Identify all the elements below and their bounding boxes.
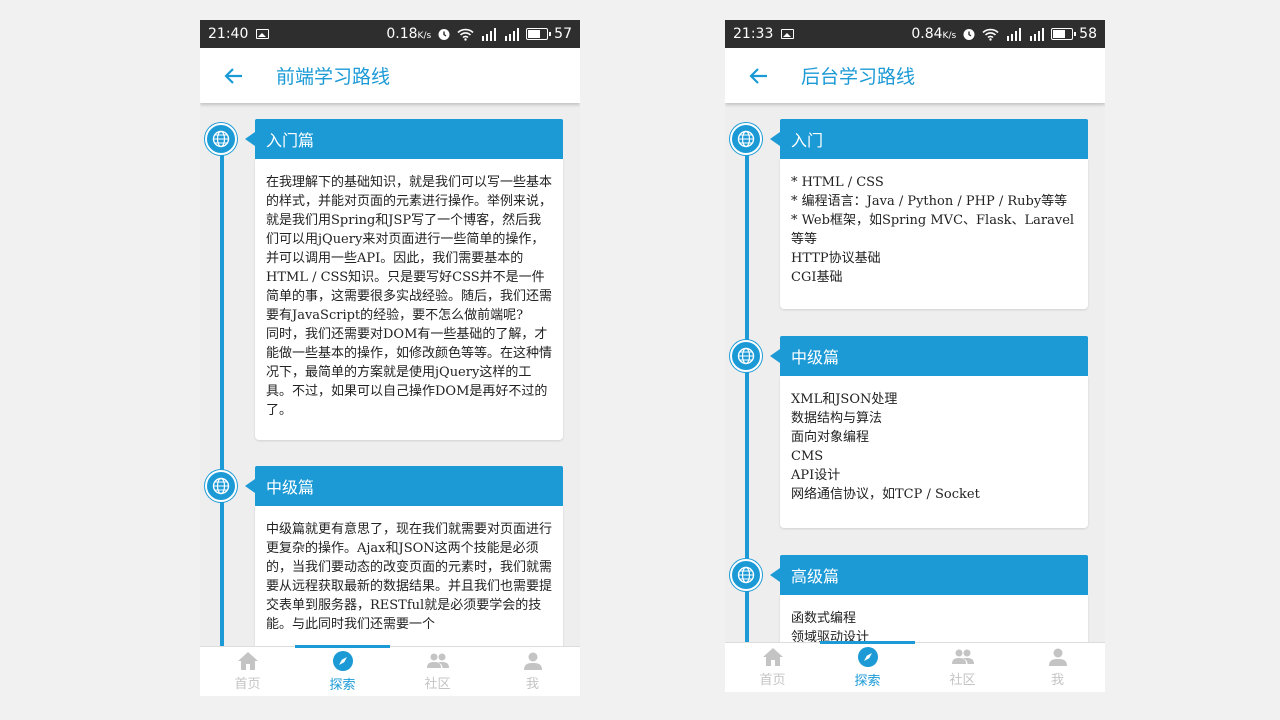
nav-item-home[interactable]: 首页 — [200, 647, 295, 696]
section-body: 在我理解下的基础知识，就是我们可以写一些基本的样式，并能对页面的元素进行操作。举… — [255, 159, 563, 440]
section-title: 入门篇 — [245, 119, 563, 159]
globe-icon — [730, 123, 762, 155]
wifi-icon — [982, 28, 999, 41]
nav-label: 社区 — [949, 673, 976, 688]
phone-screen-backend: 21:33 0.84K/s 58 后台学习路线 入门 * HTML / CSS … — [725, 20, 1105, 692]
battery-fill — [528, 30, 540, 38]
status-bar: 21:33 0.84K/s 58 — [725, 20, 1105, 48]
page-title: 前端学习路线 — [276, 66, 391, 88]
nav-label: 首页 — [759, 673, 786, 688]
app-bar: 前端学习路线 — [200, 48, 580, 103]
timeline-content[interactable]: 入门 * HTML / CSS * 编程语言：Java / Python / P… — [725, 103, 1105, 642]
speed-value: 0.84 — [911, 26, 943, 42]
network-speed: 0.84K/s — [911, 26, 956, 42]
arrow-left-icon — [749, 67, 767, 84]
status-time: 21:40 — [208, 26, 249, 42]
signal-icon — [1030, 27, 1045, 41]
signal-4g-icon — [1007, 27, 1022, 41]
person-icon — [1048, 648, 1067, 666]
battery-icon — [1051, 28, 1077, 40]
nav-active-indicator — [820, 641, 915, 644]
group-icon — [951, 649, 974, 664]
bottom-nav: 首页 探索 社区 我 — [725, 641, 1105, 692]
nav-item-home[interactable]: 首页 — [725, 643, 820, 692]
nav-item-community[interactable]: 社区 — [390, 647, 485, 696]
timeline-section-intermediate: 中级篇 XML和JSON处理 数据结构与算法 面向对象编程 CMS API设计 … — [730, 336, 1088, 528]
image-notification-icon — [781, 29, 795, 39]
nav-item-explore[interactable]: 探索 — [295, 647, 390, 696]
nav-label: 我 — [525, 677, 539, 692]
home-icon — [237, 652, 258, 670]
wifi-icon — [457, 28, 474, 41]
nav-item-me[interactable]: 我 — [485, 647, 580, 696]
phone-screen-frontend: 21:40 0.18K/s 57 前端学习路线 入门篇 在我理解下的基础知识，就… — [200, 20, 580, 696]
nav-label: 我 — [1050, 673, 1064, 688]
nav-label: 探索 — [854, 674, 881, 689]
alarm-icon — [438, 29, 450, 40]
signal-icon — [505, 27, 520, 41]
nav-item-me[interactable]: 我 — [1010, 643, 1105, 692]
speed-value: 0.18 — [386, 26, 418, 42]
arrow-left-icon — [224, 67, 242, 84]
speed-unit: K/s — [942, 31, 957, 41]
timeline-section-intermediate: 中级篇 中级篇就更有意思了，现在我们就需要对页面进行更复杂的操作。Ajax和JS… — [205, 466, 563, 646]
app-bar: 后台学习路线 — [725, 48, 1105, 103]
nav-active-indicator — [295, 645, 390, 648]
signal-4g-icon — [482, 27, 497, 41]
battery-percent: 57 — [554, 26, 572, 42]
globe-icon — [205, 470, 237, 502]
back-button[interactable] — [220, 62, 248, 90]
section-body: 中级篇就更有意思了，现在我们就需要对页面进行更复杂的操作。Ajax和JSON这两… — [255, 506, 563, 646]
compass-icon — [857, 647, 878, 667]
nav-label: 首页 — [234, 677, 261, 692]
compass-icon — [332, 651, 353, 671]
person-icon — [523, 652, 542, 670]
network-speed: 0.18K/s — [386, 26, 431, 42]
status-time: 21:33 — [733, 26, 774, 42]
alarm-icon — [963, 29, 975, 40]
section-title: 入门 — [770, 119, 1088, 159]
speed-unit: K/s — [417, 31, 432, 41]
section-body: 函数式编程 领域驱动设计 — [780, 595, 1088, 642]
page-title: 后台学习路线 — [801, 66, 916, 88]
battery-percent: 58 — [1079, 26, 1097, 42]
timeline-line — [220, 123, 224, 646]
nav-label: 探索 — [329, 678, 356, 693]
section-body: XML和JSON处理 数据结构与算法 面向对象编程 CMS API设计 网络通信… — [780, 376, 1088, 528]
nav-label: 社区 — [424, 677, 451, 692]
timeline-content[interactable]: 入门篇 在我理解下的基础知识，就是我们可以写一些基本的样式，并能对页面的元素进行… — [200, 103, 580, 646]
timeline-section-advanced: 高级篇 函数式编程 领域驱动设计 — [730, 555, 1088, 642]
globe-icon — [730, 559, 762, 591]
battery-fill — [1053, 30, 1065, 38]
globe-icon — [730, 340, 762, 372]
timeline-section-intro: 入门篇 在我理解下的基础知识，就是我们可以写一些基本的样式，并能对页面的元素进行… — [205, 119, 563, 440]
section-title: 中级篇 — [770, 336, 1088, 376]
timeline-section-intro: 入门 * HTML / CSS * 编程语言：Java / Python / P… — [730, 119, 1088, 309]
back-button[interactable] — [745, 62, 773, 90]
bottom-nav: 首页 探索 社区 我 — [200, 645, 580, 696]
globe-icon — [205, 123, 237, 155]
section-body: * HTML / CSS * 编程语言：Java / Python / PHP … — [780, 159, 1088, 309]
section-title: 高级篇 — [770, 555, 1088, 595]
battery-icon — [526, 28, 552, 40]
image-notification-icon — [256, 29, 270, 39]
nav-item-explore[interactable]: 探索 — [820, 643, 915, 692]
home-icon — [762, 648, 783, 666]
group-icon — [426, 653, 449, 668]
status-bar: 21:40 0.18K/s 57 — [200, 20, 580, 48]
nav-item-community[interactable]: 社区 — [915, 643, 1010, 692]
section-title: 中级篇 — [245, 466, 563, 506]
